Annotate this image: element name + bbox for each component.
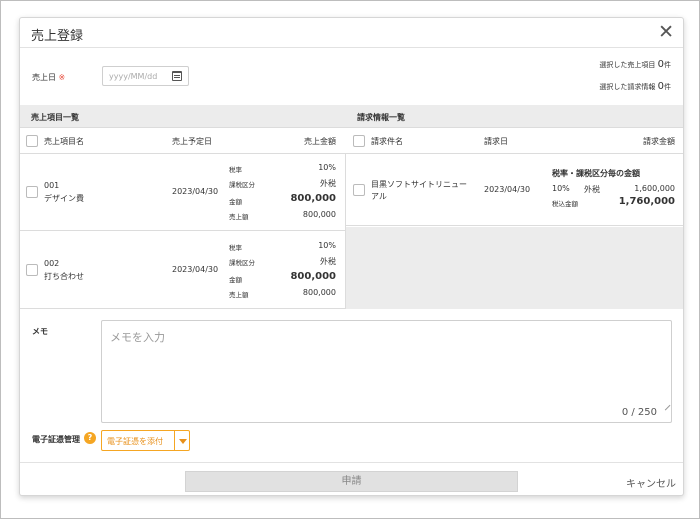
selected-invoices-label: 選択した請求情報: [599, 83, 656, 91]
sales-date-input[interactable]: yyyy/MM/dd: [102, 66, 189, 86]
total-label: 税込金額: [552, 200, 578, 208]
invoice-name-line1: 目黒ソフトサイトリニュー: [371, 180, 467, 189]
amount-value: 800,000: [290, 271, 336, 282]
sales-items-column-header: 売上項目名 売上予定日 売上金額: [20, 128, 346, 154]
sales-date-label-text: 売上日: [32, 73, 56, 82]
item-date: 2023/04/30: [172, 187, 219, 196]
amount-value: 800,000: [290, 193, 336, 204]
sales-items-section-title: 売上項目一覧: [20, 105, 346, 128]
selected-items-label: 選択した売上項目: [599, 61, 656, 69]
modal-title: 売上登録: [31, 29, 84, 44]
amount-label: 金額: [229, 198, 242, 206]
col-planned-date: 売上予定日: [172, 137, 212, 146]
sales-amount-label: 売上額: [229, 291, 249, 299]
invoices-column-header: 請求件名 請求日 請求金額: [346, 128, 683, 154]
tax-rate-value: 10%: [318, 241, 336, 250]
tax-type-value: 外税: [320, 257, 336, 266]
invoices-empty-area: [346, 227, 683, 309]
selected-invoices-count: 選択した請求情報 0件: [599, 80, 671, 102]
memo-textarea[interactable]: メモを入力 0 / 250: [101, 320, 672, 423]
item-name: 打ち合わせ: [44, 272, 84, 281]
sales-registration-modal: 売上登録 ✕ 売上日 ※ yyyy/MM/dd 選択した売上項目 0件 選択した…: [19, 17, 684, 496]
sales-date-label: 売上日 ※: [32, 72, 65, 83]
invoice-name-line2: アル: [371, 192, 387, 201]
col-item-name: 売上項目名: [44, 137, 84, 146]
required-mark: ※: [58, 73, 66, 82]
close-icon[interactable]: ✕: [658, 21, 674, 43]
cancel-button[interactable]: キャンセル: [626, 475, 676, 490]
total-value: 1,760,000: [618, 196, 675, 207]
col-invoice-amount: 請求金額: [643, 137, 675, 146]
submit-button[interactable]: 申請: [185, 471, 518, 492]
help-icon[interactable]: ?: [84, 432, 96, 444]
row-checkbox[interactable]: [26, 264, 38, 276]
calendar-icon[interactable]: [172, 71, 182, 81]
attach-evidence-label: 電子証憑を添付: [107, 437, 163, 446]
sales-amount-label: 売上額: [229, 213, 249, 221]
item-code: 001: [44, 181, 60, 190]
col-sales-amount: 売上金額: [304, 137, 336, 146]
modal-footer: 申請 キャンセル: [20, 462, 683, 495]
attach-divider: [174, 431, 175, 450]
selection-counts: 選択した売上項目 0件 選択した請求情報 0件: [599, 58, 671, 102]
tax-type-label: 課税区分: [229, 181, 255, 189]
row-checkbox[interactable]: [353, 184, 365, 196]
attach-evidence-button[interactable]: 電子証憑を添付: [101, 430, 190, 451]
evidence-label: 電子証憑管理: [32, 435, 80, 444]
table-row[interactable]: 001 デザイン費 2023/04/30 税率 10% 課税区分 外税 金額 8…: [20, 154, 346, 231]
modal-header: 売上登録 ✕: [20, 18, 683, 48]
sales-date-placeholder: yyyy/MM/dd: [109, 72, 158, 81]
tax-type-label: 課税区分: [229, 259, 255, 267]
selected-invoices-unit: 件: [664, 83, 671, 91]
tax-type-value: 外税: [320, 179, 336, 188]
item-name: デザイン費: [44, 194, 84, 203]
selected-items-count: 選択した売上項目 0件: [599, 58, 671, 80]
selected-items-unit: 件: [664, 61, 671, 69]
memo-char-counter: 0 / 250: [621, 407, 657, 418]
invoice-date: 2023/04/30: [484, 185, 531, 194]
col-invoice-date: 請求日: [484, 137, 508, 146]
memo-placeholder: メモを入力: [110, 331, 165, 344]
col-invoice-name: 請求件名: [371, 137, 403, 146]
breakdown-title: 税率・課税区分毎の金額: [552, 169, 640, 178]
sales-items-select-all-checkbox[interactable]: [26, 135, 38, 147]
invoices-section-title: 請求情報一覧: [346, 105, 683, 128]
invoices-panel: 請求情報一覧 請求件名 請求日 請求金額 目黒ソフトサイトリニュー アル 202…: [346, 105, 683, 309]
resize-handle-icon[interactable]: [660, 400, 671, 411]
tax-rate-label: 税率: [229, 166, 242, 174]
sales-amount-value: 800,000: [302, 210, 336, 219]
breakdown-rate: 10%: [552, 184, 570, 193]
chevron-down-icon[interactable]: [179, 439, 187, 444]
breakdown-tax-type: 外税: [584, 185, 600, 194]
tax-rate-value: 10%: [318, 163, 336, 172]
table-row[interactable]: 002 打ち合わせ 2023/04/30 税率 10% 課税区分 外税 金額 8…: [20, 232, 346, 309]
tax-rate-label: 税率: [229, 244, 242, 252]
amount-label: 金額: [229, 276, 242, 284]
item-date: 2023/04/30: [172, 265, 219, 274]
item-code: 002: [44, 259, 60, 268]
invoices-select-all-checkbox[interactable]: [353, 135, 365, 147]
breakdown-rate-amount: 1,600,000: [634, 184, 675, 193]
sales-amount-value: 800,000: [302, 288, 336, 297]
row-checkbox[interactable]: [26, 186, 38, 198]
memo-label: メモ: [32, 327, 48, 336]
sales-items-panel: 売上項目一覧 売上項目名 売上予定日 売上金額 001 デザイン費 2023/0…: [20, 105, 346, 309]
table-row[interactable]: 目黒ソフトサイトリニュー アル 2023/04/30 税率・課税区分毎の金額 1…: [346, 154, 683, 226]
